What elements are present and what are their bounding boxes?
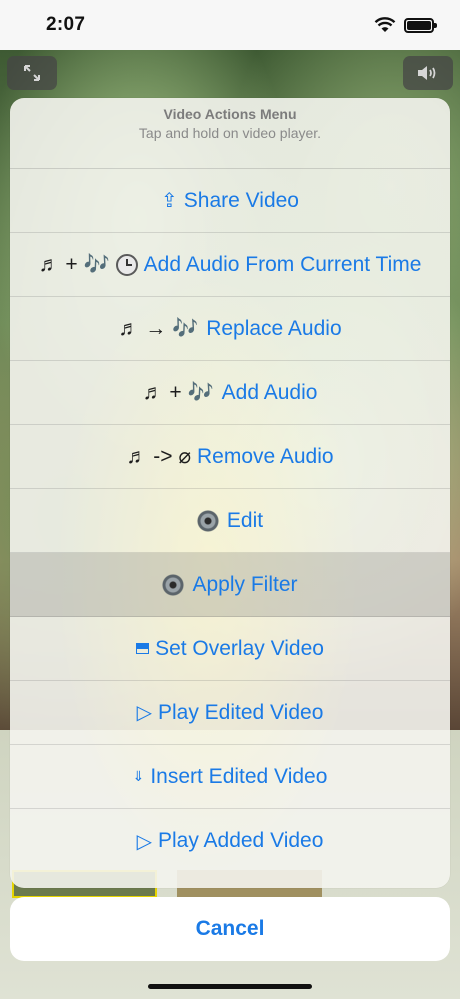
add-audio-from-current-time-button[interactable]: ♬ + 🎶 Add Audio From Current Time — [10, 233, 450, 297]
wifi-icon — [374, 17, 396, 32]
music-note-icon: ♬ + 🎶 — [38, 252, 110, 276]
sheet-title: Video Actions Menu — [163, 106, 297, 122]
share-video-button[interactable]: ⇪ Share Video — [10, 169, 450, 233]
sheet-subtitle: Tap and hold on video player. — [138, 125, 322, 141]
sheet-header: Video Actions Menu Tap and hold on video… — [10, 98, 450, 169]
music-note-icon: ♬ → 🎶 — [118, 316, 199, 340]
replace-audio-button[interactable]: ♬ → 🎶 Replace Audio — [10, 297, 450, 361]
status-bar: 2:07 — [0, 0, 460, 50]
play-icon: ▷ — [136, 702, 152, 724]
gear-icon — [162, 573, 185, 596]
volume-icon[interactable] — [403, 56, 453, 90]
home-indicator[interactable] — [148, 984, 312, 989]
action-label: Replace Audio — [206, 316, 342, 340]
action-label: Play Added Video — [157, 829, 324, 852]
remove-audio-button[interactable]: ♬ -> ⌀ Remove Audio — [10, 425, 450, 489]
action-label: Add Audio — [221, 380, 318, 404]
action-label: Remove Audio — [196, 444, 334, 468]
battery-icon — [404, 17, 437, 33]
play-added-video-button[interactable]: ▷ Play Added Video — [10, 809, 450, 873]
action-label: Add Audio From Current Time — [143, 252, 422, 276]
music-note-icon: ♬ -> ⌀ — [126, 445, 191, 468]
play-edited-video-button[interactable]: ▷ Play Edited Video — [10, 681, 450, 745]
status-icons — [374, 17, 437, 33]
insert-edited-video-button[interactable]: ⇓ Insert Edited Video — [10, 745, 450, 809]
clock-icon — [115, 253, 138, 276]
play-icon: ▷ — [136, 830, 152, 853]
action-label: Apply Filter — [192, 572, 298, 596]
music-note-icon: ♬ + 🎶 — [142, 380, 214, 404]
gear-icon — [196, 509, 219, 532]
status-time: 2:07 — [46, 14, 86, 35]
insert-icon: ⇓ — [132, 768, 145, 784]
action-label: Edit — [226, 508, 264, 532]
apply-filter-button[interactable]: Apply Filter — [10, 553, 450, 617]
action-label: Set Overlay Video — [155, 636, 324, 660]
overlay-icon — [136, 643, 150, 654]
set-overlay-video-button[interactable]: Set Overlay Video — [10, 617, 450, 681]
expand-icon[interactable] — [7, 56, 57, 90]
share-icon: ⇪ — [161, 190, 178, 212]
action-label: Play Edited Video — [157, 700, 324, 724]
cancel-label: Cancel — [195, 917, 265, 940]
action-label: Share Video — [183, 188, 299, 212]
edit-button[interactable]: Edit — [10, 489, 450, 553]
video-actions-sheet: Video Actions Menu Tap and hold on video… — [10, 98, 450, 888]
add-audio-button[interactable]: ♬ + 🎶 Add Audio — [10, 361, 450, 425]
action-label: Insert Edited Video — [150, 764, 328, 788]
cancel-button[interactable]: Cancel — [10, 897, 450, 961]
